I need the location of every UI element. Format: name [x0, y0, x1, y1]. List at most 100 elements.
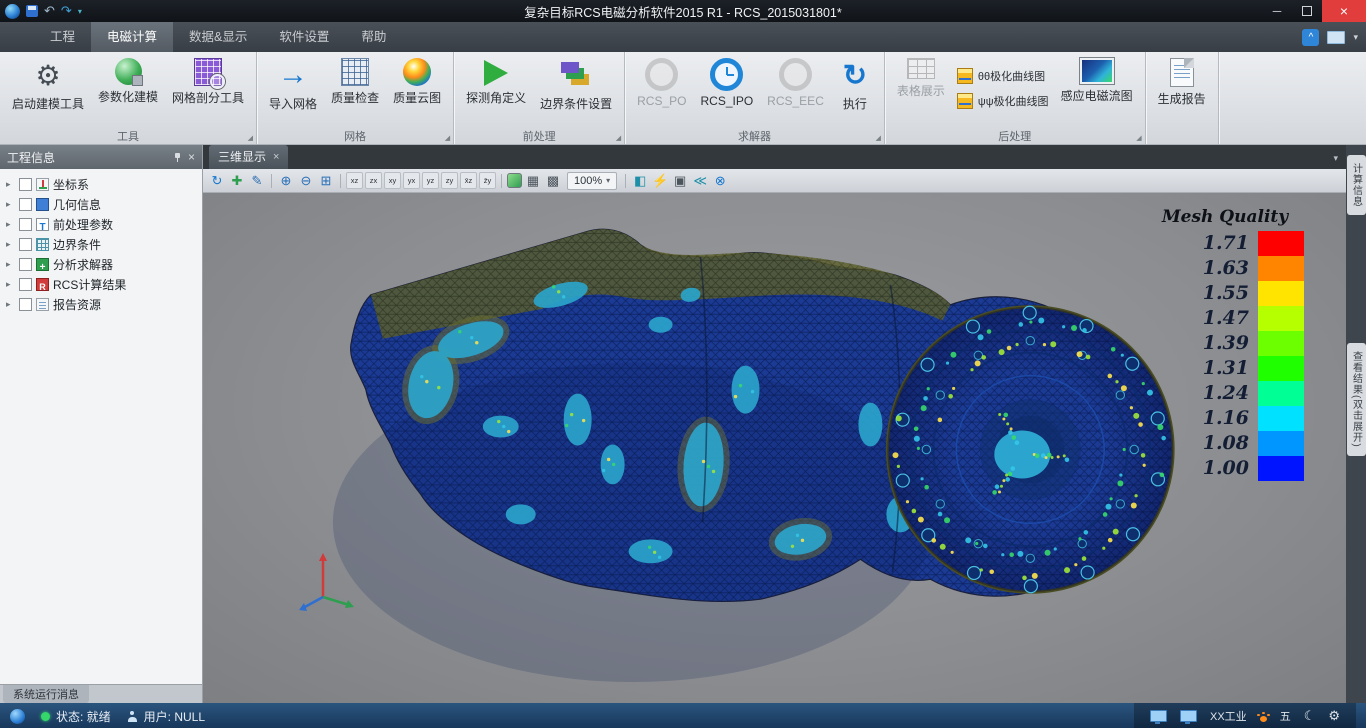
view-preset-button[interactable]: yz [422, 172, 439, 189]
meshtool-icon [194, 58, 222, 86]
view-preset-button[interactable]: z̄y [479, 172, 496, 189]
ribbon-button[interactable]: 探测角定义 [460, 54, 532, 126]
toolbar-separator [501, 174, 502, 188]
tree-item[interactable]: ▸报告资源 [2, 294, 202, 314]
tree-item[interactable]: ▸ 几何信息 [2, 194, 202, 214]
quick-access-dropdown-icon[interactable]: ▾ [78, 7, 82, 16]
ribbon-button[interactable]: 参数化建模 [92, 54, 164, 126]
minimize-button[interactable]: ─ [1262, 0, 1292, 22]
tab-list-dropdown-icon[interactable]: ▾ [1333, 153, 1338, 169]
ribbon-group: 探测角定义边界条件设置前处理◢ [454, 52, 625, 144]
panel-close-icon[interactable]: × [188, 151, 195, 163]
checkbox[interactable] [19, 258, 32, 271]
render-mode-icon[interactable]: ◧ [631, 172, 649, 190]
expand-arrow-icon[interactable]: ▸ [6, 259, 15, 270]
dialog-launcher-icon[interactable]: ◢ [445, 134, 450, 142]
moon-icon[interactable]: ☾ [1304, 708, 1316, 724]
checkbox[interactable] [19, 278, 32, 291]
tree-item[interactable]: ▸坐标系 [2, 174, 202, 194]
tree-item[interactable]: ▸分析求解器 [2, 254, 202, 274]
ribbon-button[interactable]: 网格剖分工具 [166, 54, 250, 126]
wireframe-toggle-icon[interactable]: ▩ [544, 172, 562, 190]
display-settings-icon[interactable] [1327, 31, 1345, 44]
project-panel: 工程信息 × ▸坐标系▸几何信息▸前处理参数▸边界条件▸分析求解器▸RCS计算结… [0, 145, 203, 703]
tab-3d-display[interactable]: 三维显示 × [209, 145, 288, 169]
expand-arrow-icon[interactable]: ▸ [6, 299, 15, 310]
ribbon-button[interactable]: ψψ极化曲线图 [957, 93, 1049, 109]
zoom-in-icon[interactable]: ⊕ [277, 172, 295, 190]
view-preset-button[interactable]: yx [403, 172, 420, 189]
ribbon-button[interactable]: 边界条件设置 [534, 54, 618, 126]
status-dot-icon [41, 712, 50, 721]
expand-arrow-icon[interactable]: ▸ [6, 279, 15, 290]
expand-arrow-icon[interactable]: ▸ [6, 239, 15, 250]
pin-icon[interactable] [173, 153, 182, 162]
redo-icon[interactable]: ↷ [61, 0, 72, 22]
gear-icon[interactable]: ⚙ [1328, 708, 1340, 724]
shaded-toggle-icon[interactable] [507, 173, 522, 188]
ribbon-button[interactable]: RCS_IPO [694, 54, 759, 126]
dialog-launcher-icon[interactable]: ◢ [616, 134, 621, 142]
ribbon-button[interactable]: 启动建模工具 [6, 54, 90, 126]
side-tab-2[interactable]: 查看结果(双击展开) [1347, 343, 1366, 456]
checkbox[interactable] [19, 298, 32, 311]
expand-arrow-icon[interactable]: ▸ [6, 199, 15, 210]
tree-item-label: 几何信息 [53, 196, 101, 213]
menu-tab-2[interactable]: 电磁计算 [91, 22, 173, 52]
rotate-view-icon[interactable]: ↻ [208, 172, 226, 190]
view-preset-button[interactable]: xy [384, 172, 401, 189]
expand-arrow-icon[interactable]: ▸ [6, 219, 15, 230]
close-view-icon[interactable]: ⊗ [711, 172, 729, 190]
expand-arrow-icon[interactable]: ▸ [6, 179, 15, 190]
menu-tab-4[interactable]: 软件设置 [263, 22, 345, 52]
pan-view-icon[interactable]: ✚ [228, 172, 246, 190]
ribbon-button[interactable]: 质量检查 [325, 54, 385, 126]
side-tab-1[interactable]: 计算信息 [1347, 155, 1366, 215]
view-preset-button[interactable]: zx [365, 172, 382, 189]
ribbon-button[interactable]: 生成报告 [1152, 54, 1212, 126]
ribbon-button[interactable]: 感应电磁流图 [1055, 54, 1139, 126]
light-toggle-icon[interactable]: ⚡ [651, 172, 669, 190]
grid-toggle-icon[interactable]: ▦ [524, 172, 542, 190]
checkbox[interactable] [19, 218, 32, 231]
zoom-window-icon[interactable]: ⊞ [317, 172, 335, 190]
tree-item[interactable]: ▸边界条件 [2, 234, 202, 254]
close-button[interactable]: × [1322, 0, 1366, 22]
checkbox[interactable] [19, 178, 32, 191]
edit-view-icon[interactable]: ✎ [248, 172, 266, 190]
system-messages-tab[interactable]: 系统运行消息 [3, 685, 89, 703]
menu-tab-1[interactable]: 工程 [34, 22, 91, 52]
checkbox[interactable] [19, 238, 32, 251]
ribbon-button[interactable]: 质量云图 [387, 54, 447, 126]
menu-overflow-icon[interactable]: ▾ [1353, 32, 1358, 43]
tree-item[interactable]: ▸RCS计算结果 [2, 274, 202, 294]
toolbar-separator [271, 174, 272, 188]
view-preset-button[interactable]: xz [346, 172, 363, 189]
copy-view-icon[interactable]: ▣ [671, 172, 689, 190]
monitor-icon[interactable] [1150, 710, 1167, 722]
dialog-launcher-icon[interactable]: ◢ [1136, 134, 1141, 142]
ribbon-button[interactable]: 执行 [832, 54, 878, 126]
save-icon[interactable] [26, 5, 38, 17]
solver-icon [36, 258, 49, 271]
menu-tab-5[interactable]: 帮助 [345, 22, 402, 52]
zoom-level-dropdown[interactable]: 100%▾ [567, 172, 617, 190]
view-preset-button[interactable]: x̄z [460, 172, 477, 189]
ribbon-button[interactable]: 导入网格 [263, 54, 323, 126]
tree-item[interactable]: ▸前处理参数 [2, 214, 202, 234]
ribbon-button[interactable]: θθ极化曲线图 [957, 68, 1049, 84]
undo-icon[interactable]: ↶ [44, 0, 55, 22]
collapse-ribbon-icon[interactable]: ^ [1302, 29, 1319, 46]
pre-icon [36, 218, 49, 231]
tab-close-icon[interactable]: × [273, 151, 279, 163]
link-view-icon[interactable]: ≪ [691, 172, 709, 190]
dialog-launcher-icon[interactable]: ◢ [875, 134, 880, 142]
checkbox[interactable] [19, 198, 32, 211]
view-preset-button[interactable]: zy [441, 172, 458, 189]
zoom-out-icon[interactable]: ⊖ [297, 172, 315, 190]
3d-canvas[interactable]: Mesh Quality 1.711.631.551.471.391.311.2… [203, 193, 1346, 703]
maximize-button[interactable] [1292, 0, 1322, 22]
dialog-launcher-icon[interactable]: ◢ [248, 134, 253, 142]
monitor-icon[interactable] [1180, 710, 1197, 722]
menu-tab-3[interactable]: 数据&显示 [173, 22, 263, 52]
